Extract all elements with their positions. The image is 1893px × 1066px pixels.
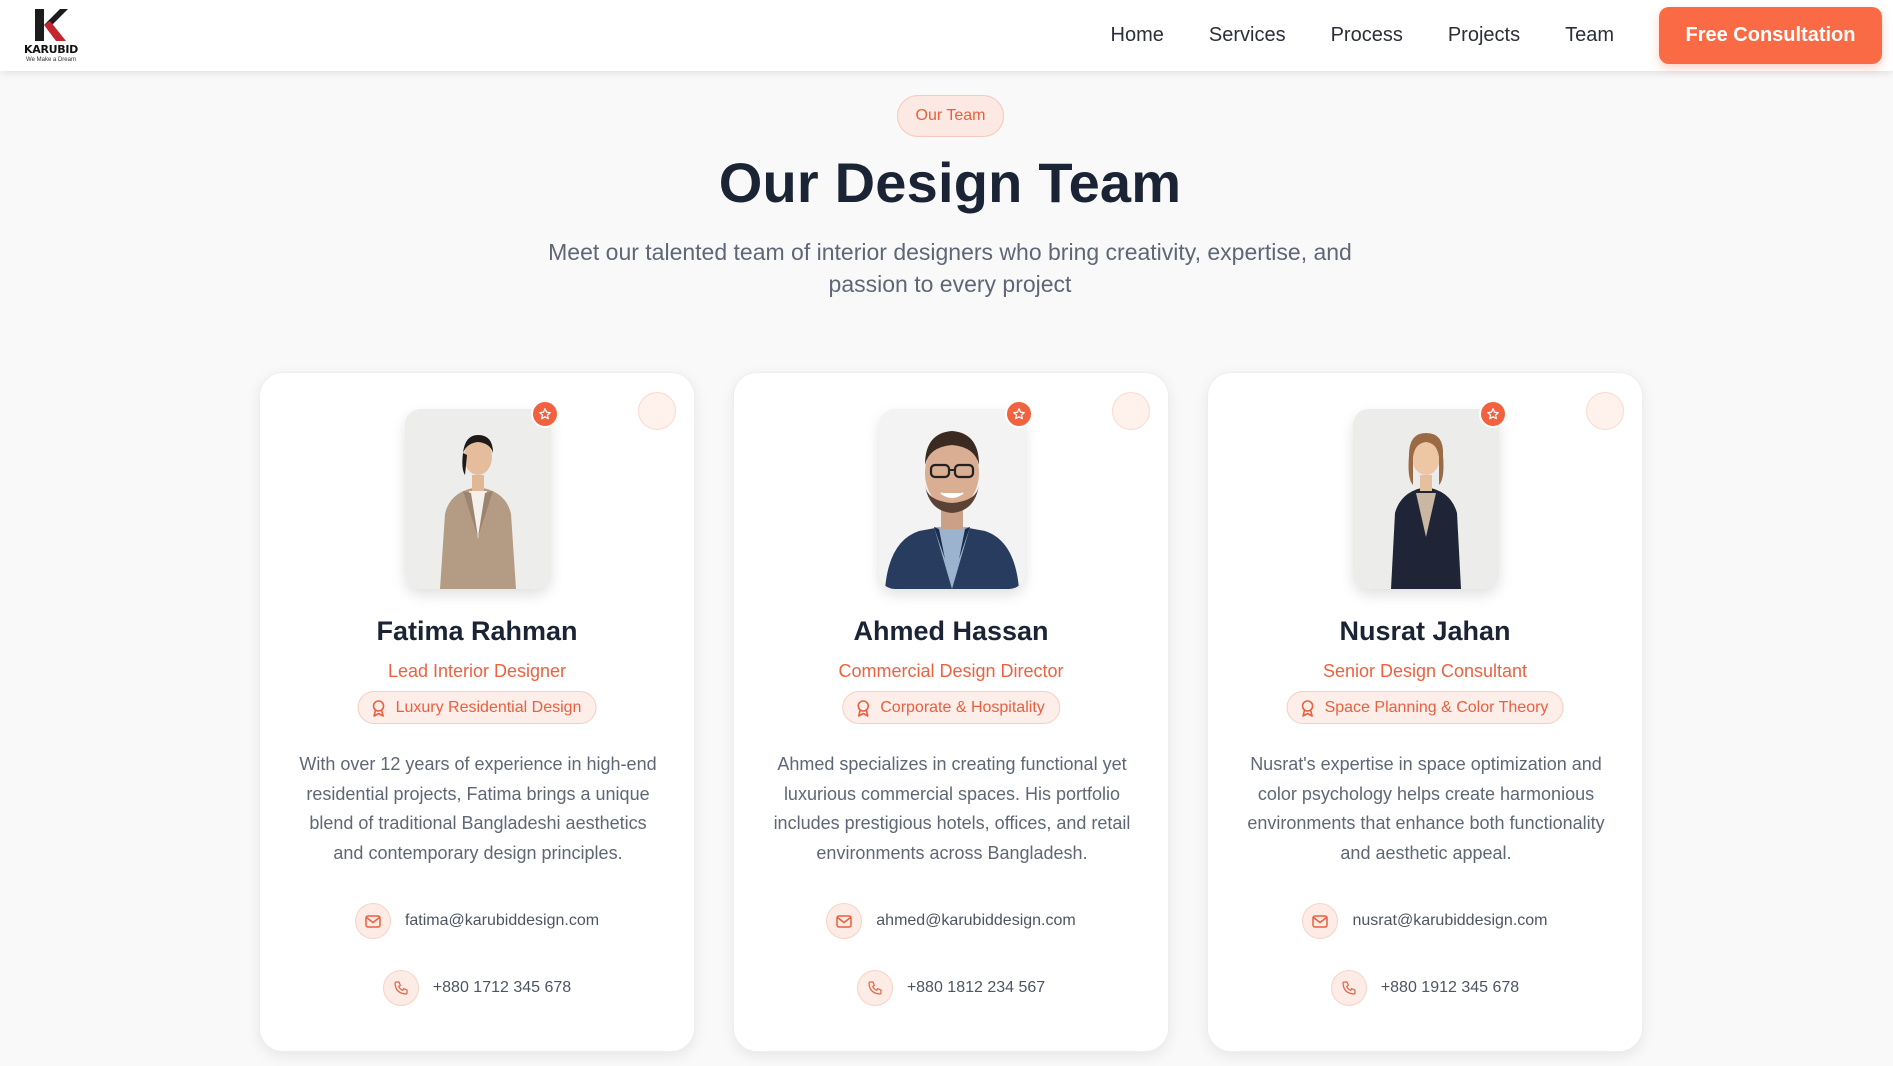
phone-contact[interactable]: +880 1712 345 678: [260, 970, 694, 1006]
specialty-label: Space Planning & Color Theory: [1324, 698, 1549, 716]
nav-team[interactable]: Team: [1565, 24, 1614, 47]
specialty-badge: Space Planning & Color Theory: [1286, 691, 1564, 724]
member-bio: Ahmed specializes in creating functional…: [773, 754, 1131, 863]
phone-icon: [1330, 970, 1367, 1006]
member-email[interactable]: fatima@karubiddesign.com: [405, 912, 599, 930]
email-contact[interactable]: fatima@karubiddesign.com: [260, 903, 694, 939]
member-role: Senior Design Consultant: [1322, 661, 1528, 681]
member-name: Ahmed Hassan: [853, 616, 1049, 646]
portrait-woman-black-suit: [1353, 409, 1499, 589]
phone-contact[interactable]: +880 1812 234 567: [734, 970, 1168, 1006]
email-contact[interactable]: ahmed@karubiddesign.com: [734, 903, 1168, 939]
star-icon: [531, 400, 559, 428]
portrait-woman-beige-suit: [405, 409, 551, 589]
member-bio: With over 12 years of experience in high…: [299, 754, 657, 863]
mail-icon: [826, 903, 863, 939]
brand-tagline: We Make a Dream: [26, 57, 76, 63]
team-photo: [405, 409, 551, 589]
mail-icon: [354, 903, 391, 939]
main-nav: Home Services Process Projects Team Free…: [1111, 0, 1893, 71]
award-icon: [1301, 699, 1314, 717]
phone-icon: [856, 970, 893, 1006]
team-photo: [1353, 409, 1499, 589]
team-card-ahmed: Ahmed Hassan Commercial Design Director …: [733, 372, 1169, 1052]
section-title: Our Design Team: [718, 151, 1182, 214]
phone-icon: [382, 970, 419, 1006]
nav-home[interactable]: Home: [1111, 24, 1164, 47]
section-subtitle: Meet our talented team of interior desig…: [548, 239, 1352, 297]
star-icon: [1479, 400, 1507, 428]
award-icon: [372, 699, 385, 717]
member-phone[interactable]: +880 1712 345 678: [433, 979, 571, 997]
star-icon: [1005, 400, 1033, 428]
email-contact[interactable]: nusrat@karubiddesign.com: [1208, 903, 1642, 939]
nav-process[interactable]: Process: [1331, 24, 1403, 47]
member-email[interactable]: ahmed@karubiddesign.com: [876, 912, 1075, 930]
card-decoration: [1586, 392, 1624, 430]
specialty-label: Corporate & Hospitality: [880, 698, 1045, 716]
team-photo: [879, 409, 1025, 589]
nav-services[interactable]: Services: [1209, 24, 1286, 47]
team-card-fatima: Fatima Rahman Lead Interior Designer Lux…: [259, 372, 695, 1052]
specialty-badge: Corporate & Hospitality: [842, 691, 1060, 724]
member-bio: Nusrat's expertise in space optimization…: [1247, 754, 1605, 863]
mail-icon: [1302, 903, 1339, 939]
specialty-label: Luxury Residential Design: [395, 698, 582, 716]
award-icon: [857, 699, 870, 717]
nav-projects[interactable]: Projects: [1448, 24, 1520, 47]
member-role: Commercial Design Director: [838, 661, 1064, 681]
member-name: Fatima Rahman: [376, 616, 578, 646]
phone-contact[interactable]: +880 1912 345 678: [1208, 970, 1642, 1006]
member-role: Lead Interior Designer: [387, 661, 567, 681]
member-phone[interactable]: +880 1812 234 567: [907, 979, 1045, 997]
brand-logo[interactable]: KARUBID We Make a Dream: [18, 7, 84, 65]
site-header: KARUBID We Make a Dream Home Services Pr…: [0, 0, 1893, 71]
team-card-nusrat: Nusrat Jahan Senior Design Consultant Sp…: [1207, 372, 1643, 1052]
card-decoration: [638, 392, 676, 430]
portrait-man-navy-blazer: [879, 409, 1025, 589]
member-phone[interactable]: +880 1912 345 678: [1381, 979, 1519, 997]
brand-name: KARUBID: [24, 43, 78, 56]
member-name: Nusrat Jahan: [1339, 616, 1511, 646]
free-consultation-button[interactable]: Free Consultation: [1659, 7, 1882, 64]
specialty-badge: Luxury Residential Design: [357, 691, 597, 724]
member-email[interactable]: nusrat@karubiddesign.com: [1352, 912, 1547, 930]
logo-k-icon: [35, 9, 68, 41]
card-decoration: [1112, 392, 1150, 430]
section-badge: Our Team: [897, 95, 1004, 137]
